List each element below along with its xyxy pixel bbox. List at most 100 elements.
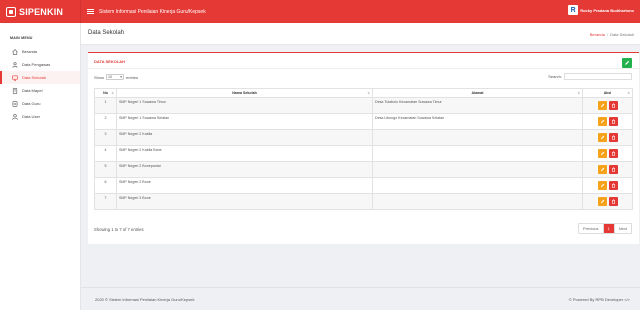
sidebar-item-data-pengawas[interactable]: Data Pengawas: [0, 58, 80, 71]
delete-button[interactable]: [608, 117, 618, 126]
table-row: 4 SMP Negeri 2 Kabila Bone: [94, 145, 633, 162]
sort-icon: ⇅: [577, 91, 580, 95]
sidebar-item-data-user[interactable]: Data User: [0, 110, 80, 123]
card-title: DATA SEKOLAH: [94, 59, 126, 64]
delete-button[interactable]: [608, 133, 618, 142]
cell-nama-sekolah: SMP Negeri 2 Bone: [116, 177, 373, 194]
user-menu[interactable]: R Rocky Pradana Budihartono: [568, 5, 634, 15]
edit-button[interactable]: [597, 197, 607, 206]
delete-button[interactable]: [608, 165, 618, 174]
brand[interactable]: SIPENKIN: [0, 0, 81, 23]
column-header-nama-sekolah[interactable]: Nama Sekolah ⇅: [116, 88, 373, 98]
entries-length-control: Show 10 ▾ entries: [94, 74, 138, 80]
cell-nama-sekolah: SMP Negeri 2 Kabila Bone: [116, 145, 373, 162]
delete-button[interactable]: [608, 197, 618, 206]
cell-alamat: Desa Tulabolo Kecamatan Suwawa Timur: [372, 97, 583, 114]
cell-nama-sekolah: SMP Negeri 2 Kabila: [116, 129, 373, 146]
trash-icon: [611, 151, 615, 156]
home-icon: [12, 48, 18, 55]
pagination-previous[interactable]: Previous: [579, 224, 604, 233]
sort-icon: ⇅: [111, 91, 114, 95]
sidebar-item-label: Data Pengawas: [22, 62, 51, 67]
sidebar-header: MAIN MENU: [10, 36, 33, 40]
cell-nama-sekolah: SMP Negeri 2 Bonepantai: [116, 161, 373, 178]
trash-icon: [611, 119, 615, 124]
pencil-icon: [600, 167, 604, 171]
top-navbar: SIPENKIN Sistem Informasi Penilaian Kine…: [0, 0, 640, 23]
edit-button[interactable]: [597, 133, 607, 142]
cell-no: 5: [94, 161, 117, 178]
people-icon: [12, 100, 18, 107]
edit-button[interactable]: [597, 101, 607, 110]
user-icon: [12, 113, 18, 120]
edit-button[interactable]: [597, 165, 607, 174]
sidebar-item-data-sekolah[interactable]: Data Sekolah: [0, 71, 80, 84]
entries-select-value: 10: [108, 75, 113, 79]
sidebar-item-beranda[interactable]: Beranda: [0, 45, 80, 58]
cell-no: 2: [94, 113, 117, 130]
cell-aksi: [582, 113, 633, 130]
column-header-aksi[interactable]: Aksi ⇅: [582, 88, 633, 98]
cell-no: 4: [94, 145, 117, 162]
cell-aksi: [582, 193, 633, 210]
pencil-icon: [600, 199, 604, 203]
trash-icon: [611, 135, 615, 140]
column-header-alamat[interactable]: Alamat ⇅: [372, 88, 583, 98]
cell-nama-sekolah: SMP Negeri 1 Suwawa Timur: [116, 97, 373, 114]
edit-button[interactable]: [597, 149, 607, 158]
footer: 2020 © Sistem Informasi Penilaian Kinerj…: [81, 287, 640, 310]
edit-button[interactable]: [597, 117, 607, 126]
cell-aksi: [582, 97, 633, 114]
cell-aksi: [582, 161, 633, 178]
chevron-down-icon: ▾: [120, 75, 123, 79]
footer-copyright: 2020 © Sistem Informasi Penilaian Kinerj…: [95, 297, 195, 302]
sidebar-item-data-guru[interactable]: Data Guru: [0, 97, 80, 110]
data-sekolah-card: DATA SEKOLAH Show 10 ▾ entries Search: N…: [88, 52, 639, 244]
sidebar-item-label: Data Mapel: [22, 88, 43, 93]
delete-button[interactable]: [608, 181, 618, 190]
pencil-icon: [600, 183, 604, 187]
divider: [88, 68, 639, 69]
cell-alamat: Desa Libungo Kecamatan Suwawa Selatan: [372, 113, 583, 130]
entries-label: entries: [126, 74, 139, 80]
column-header-no[interactable]: No ⇅: [94, 88, 117, 98]
delete-button[interactable]: [608, 101, 618, 110]
cell-alamat: [372, 129, 583, 146]
search-input[interactable]: [564, 73, 632, 80]
pencil-icon: [600, 103, 604, 107]
cell-aksi: [582, 129, 633, 146]
pencil-icon: [625, 60, 630, 65]
cell-nama-sekolah: SMP Negeri 3 Bone: [116, 193, 373, 210]
breadcrumb-home-link[interactable]: Beranda: [590, 32, 605, 37]
breadcrumb: Beranda / Data Sekolah: [590, 32, 634, 37]
sekolah-table: No ⇅ Nama Sekolah ⇅ Alamat ⇅ Aksi ⇅ 1 SMP Ne…: [94, 88, 633, 210]
entries-select[interactable]: 10 ▾: [106, 74, 125, 80]
sidebar-item-data-mapel[interactable]: Data Mapel: [0, 84, 80, 97]
user-tie-icon: [12, 61, 18, 68]
book-icon: [12, 87, 18, 94]
pagination-page-1[interactable]: 1: [603, 224, 615, 233]
delete-button[interactable]: [608, 149, 618, 158]
pencil-icon: [600, 135, 604, 139]
cell-alamat: [372, 177, 583, 194]
app-title: Sistem Informasi Penilaian Kinerja Guru/…: [99, 8, 206, 15]
table-row: 7 SMP Negeri 3 Bone: [94, 193, 633, 210]
pagination: Previous 1 Next: [577, 223, 632, 234]
cell-nama-sekolah: SMP Negeri 1 Suwawa Selatan: [116, 113, 373, 130]
trash-icon: [611, 183, 615, 188]
table-row: 3 SMP Negeri 2 Kabila: [94, 129, 633, 146]
trash-icon: [611, 167, 615, 172]
sidebar-item-label: Data Sekolah: [22, 75, 47, 80]
pagination-next[interactable]: Next: [615, 224, 631, 233]
add-sekolah-button[interactable]: [622, 58, 632, 68]
breadcrumb-separator: /: [606, 32, 608, 37]
table-row: 2 SMP Negeri 1 Suwawa Selatan Desa Libun…: [94, 113, 633, 130]
cell-no: 7: [94, 193, 117, 210]
table-row: 6 SMP Negeri 2 Bone: [94, 177, 633, 194]
avatar: R: [568, 5, 579, 15]
menu-toggle-icon[interactable]: [87, 8, 94, 15]
cell-no: 1: [94, 97, 117, 114]
footer-powered-by: © Powered By RPB Developer </>: [568, 297, 630, 302]
edit-button[interactable]: [597, 181, 607, 190]
search-label: Search:: [548, 74, 562, 79]
